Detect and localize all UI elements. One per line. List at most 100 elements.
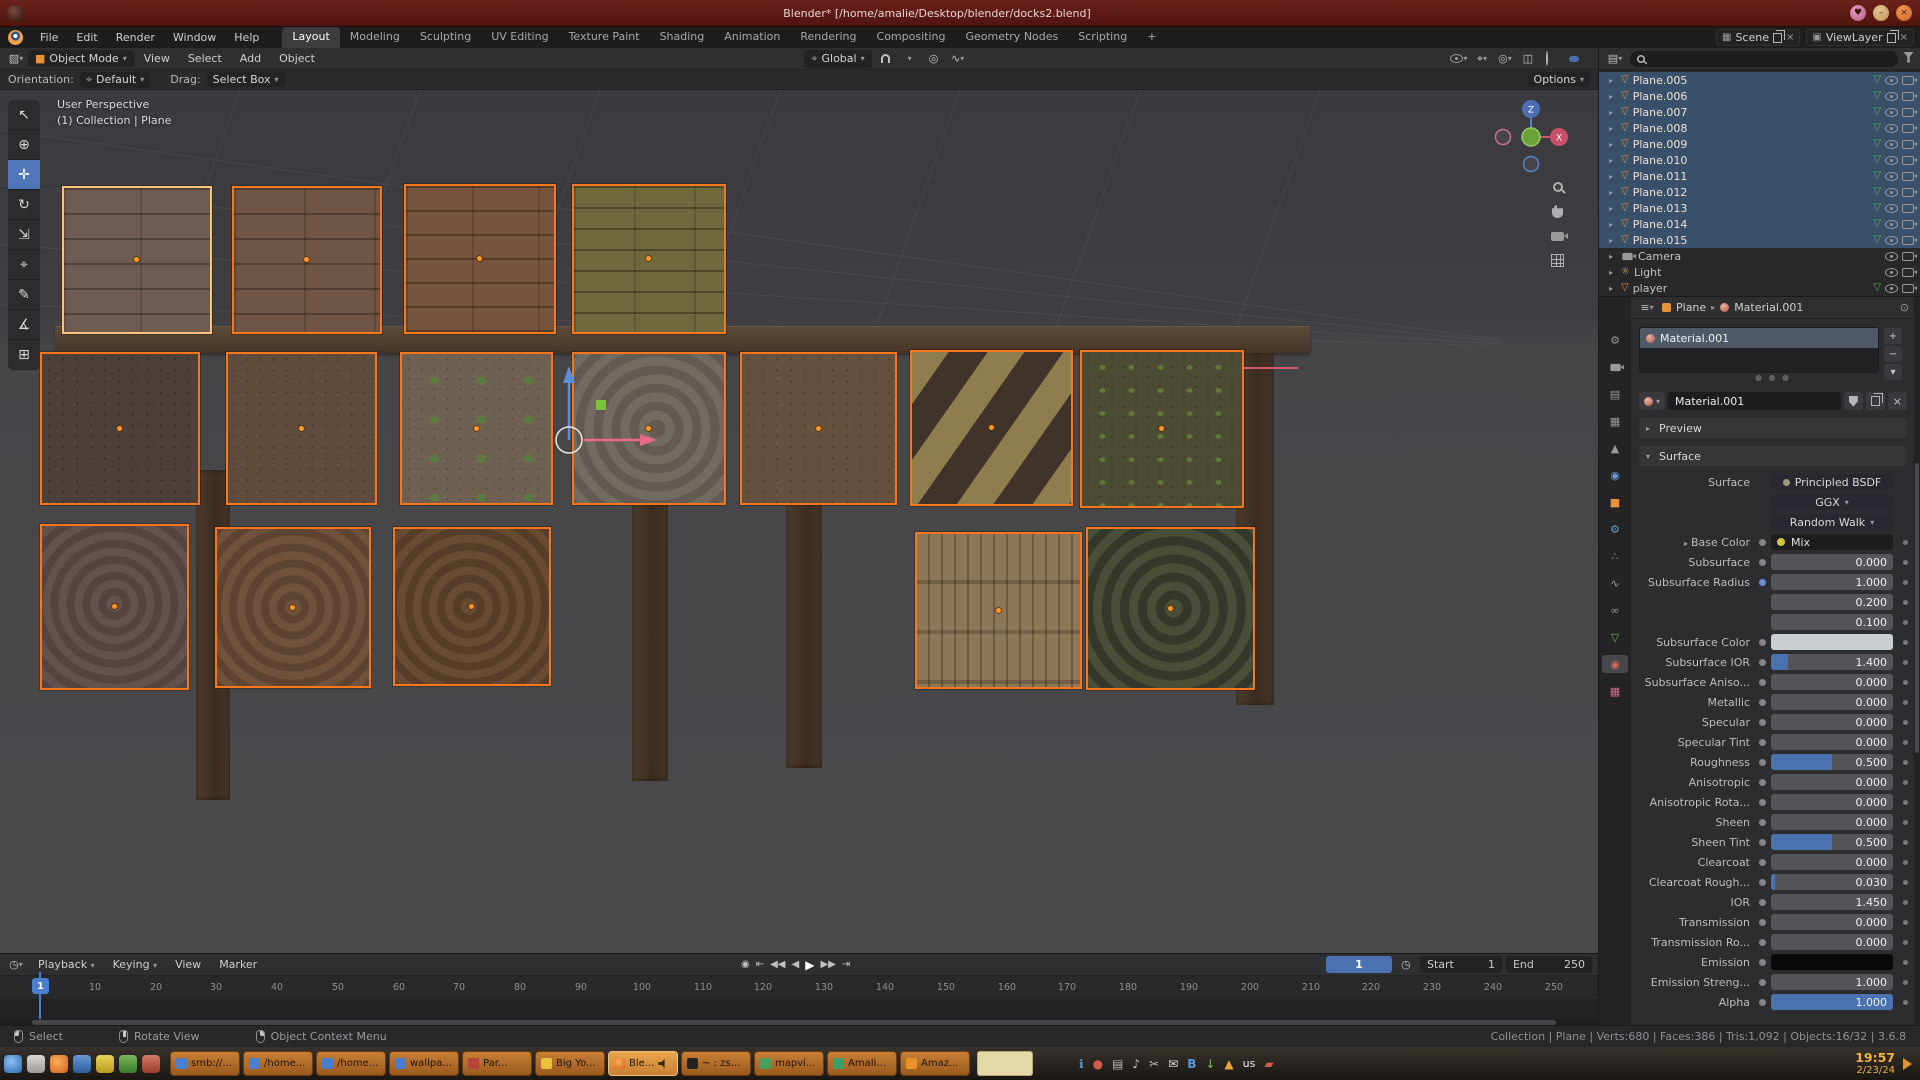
tab-compositing[interactable]: Compositing xyxy=(867,27,956,48)
expand-arrow-icon[interactable]: ▸ xyxy=(1609,124,1617,133)
outliner-row[interactable]: ▸▽Plane.015▽ xyxy=(1599,232,1920,248)
blender-logo-icon[interactable] xyxy=(8,30,23,45)
animate-decorator[interactable] xyxy=(1903,600,1908,605)
disable-in-renders-icon[interactable] xyxy=(1902,188,1914,197)
outliner-row[interactable]: ▸▽Plane.010▽ xyxy=(1599,152,1920,168)
object-name[interactable]: Plane.007 xyxy=(1633,106,1688,119)
hide-in-viewport-icon[interactable] xyxy=(1885,204,1898,213)
hide-in-viewport-icon[interactable] xyxy=(1885,268,1898,277)
tab-scene[interactable]: ▲ xyxy=(1602,439,1628,457)
navigation-gizmo[interactable]: Z X xyxy=(1492,98,1570,176)
menu-marker[interactable]: Marker xyxy=(211,956,265,973)
tab-modeling[interactable]: Modeling xyxy=(340,27,410,48)
breadcrumb-object[interactable]: Plane xyxy=(1676,301,1706,314)
close-window-icon[interactable]: × xyxy=(1896,5,1912,21)
gizmo-plane-handle[interactable] xyxy=(596,400,606,410)
use-preview-range-icon[interactable]: ◷ xyxy=(1396,956,1416,974)
disable-in-renders-icon[interactable] xyxy=(1902,124,1914,133)
viewport-3d[interactable]: User Perspective (1) Collection | Plane … xyxy=(0,90,1598,953)
launcher-icon[interactable] xyxy=(96,1055,114,1073)
animate-decorator[interactable] xyxy=(1903,880,1908,885)
options-dropdown[interactable]: Options▾ xyxy=(1528,72,1590,87)
cursor-tool[interactable]: ⊕ xyxy=(8,130,40,160)
disable-in-renders-icon[interactable] xyxy=(1902,156,1914,165)
files-launcher-icon[interactable] xyxy=(73,1055,91,1073)
tab-object-data[interactable]: ▽ xyxy=(1602,628,1628,646)
alpha-slider[interactable]: 1.000 xyxy=(1771,994,1893,1010)
animate-decorator[interactable] xyxy=(1903,860,1908,865)
outliner-row[interactable]: ▸▽Plane.009▽ xyxy=(1599,136,1920,152)
tray-flag-icon[interactable]: ▰ xyxy=(1264,1058,1273,1070)
hide-in-viewport-icon[interactable] xyxy=(1885,156,1898,165)
minimize-window-icon[interactable]: – xyxy=(1873,5,1889,21)
properties-scrollbar[interactable] xyxy=(1914,297,1920,1026)
subsurface-method-dropdown[interactable]: Random Walk▾ xyxy=(1771,514,1893,530)
outliner-editor-icon[interactable]: ▤▾ xyxy=(1605,50,1625,68)
expand-arrow-icon[interactable]: ▸ xyxy=(1609,156,1617,165)
plane-object[interactable] xyxy=(232,186,382,334)
disable-in-renders-icon[interactable] xyxy=(1902,220,1914,229)
tab-sculpting[interactable]: Sculpting xyxy=(410,27,481,48)
subsurface-slider[interactable]: 0.000 xyxy=(1771,554,1893,570)
expand-arrow-icon[interactable]: ▸ xyxy=(1609,252,1617,261)
animate-decorator[interactable] xyxy=(1903,740,1908,745)
tab-tool[interactable]: ⚙ xyxy=(1602,331,1628,349)
tab-particles[interactable]: ∴ xyxy=(1602,547,1628,565)
object-name[interactable]: Plane.005 xyxy=(1633,74,1688,87)
animate-decorator[interactable] xyxy=(1903,720,1908,725)
pin-icon[interactable]: ⊙ xyxy=(1900,301,1909,314)
disable-in-renders-icon[interactable] xyxy=(1902,172,1914,181)
disable-in-renders-icon[interactable] xyxy=(1902,236,1914,245)
jump-to-start-icon[interactable]: ⇤ xyxy=(756,959,764,970)
hide-in-viewport-icon[interactable] xyxy=(1885,220,1898,229)
taskbar-window-button-active[interactable]: Ble... xyxy=(608,1051,678,1076)
taskbar-window-button[interactable]: mapvi... xyxy=(754,1051,824,1076)
browser-launcher-icon[interactable] xyxy=(50,1055,68,1073)
transmission-slider[interactable]: 0.000 xyxy=(1771,914,1893,930)
menu-help[interactable]: Help xyxy=(225,29,268,46)
emission-strength-field[interactable]: 1.000 xyxy=(1771,974,1893,990)
proportional-falloff-dropdown[interactable]: ∿▾ xyxy=(948,50,968,68)
axis-x-negative[interactable] xyxy=(1496,130,1511,145)
gizmos-dropdown[interactable]: ⌖▾ xyxy=(1472,50,1492,68)
gizmo-x-arrow[interactable] xyxy=(640,434,657,446)
taskbar-clock[interactable]: 19:57 2/23/24 xyxy=(1855,1051,1895,1077)
expand-arrow-icon[interactable]: ▸ xyxy=(1609,108,1617,117)
disable-in-renders-icon[interactable] xyxy=(1902,284,1914,293)
tray-mail-icon[interactable]: ✉ xyxy=(1168,1058,1178,1070)
outliner-row[interactable]: ▸▽Plane.012▽ xyxy=(1599,184,1920,200)
show-object-types-dropdown[interactable]: ▾ xyxy=(1449,50,1469,68)
animate-decorator[interactable] xyxy=(1903,900,1908,905)
zoom-icon[interactable] xyxy=(1553,182,1563,195)
object-name[interactable]: Plane.009 xyxy=(1633,138,1688,151)
tab-texture[interactable]: ▦ xyxy=(1602,682,1628,700)
scene-selector[interactable]: ▦ Scene × xyxy=(1716,29,1800,46)
disable-in-renders-icon[interactable] xyxy=(1902,252,1914,261)
subsurface-radius-field[interactable]: 0.200 xyxy=(1771,594,1893,610)
tab-output[interactable]: ▤ xyxy=(1602,385,1628,403)
material-slot-list[interactable]: Material.001 + − ▾ xyxy=(1639,327,1879,373)
shading-solid-icon[interactable] xyxy=(1556,56,1566,62)
animate-decorator[interactable] xyxy=(1903,960,1908,965)
object-name[interactable]: Plane.006 xyxy=(1633,90,1688,103)
transform-tool[interactable]: ⌖ xyxy=(8,250,40,280)
plane-object-active[interactable] xyxy=(62,186,212,334)
select-box-tool[interactable]: ↖ xyxy=(8,100,40,130)
animate-decorator[interactable] xyxy=(1903,760,1908,765)
outliner-row[interactable]: ▸▽Plane.013▽ xyxy=(1599,200,1920,216)
proportional-editing-icon[interactable]: ◎ xyxy=(924,50,944,68)
new-material-copy-icon[interactable] xyxy=(1866,392,1885,410)
expand-arrow-icon[interactable]: ▸ xyxy=(1609,268,1617,277)
expand-arrow-icon[interactable]: ▸ xyxy=(1609,76,1617,85)
taskbar-window-button[interactable]: Amaz... xyxy=(900,1051,970,1076)
menu-select[interactable]: Select xyxy=(180,50,230,67)
tab-texture-paint[interactable]: Texture Paint xyxy=(559,27,650,48)
applications-menu-icon[interactable] xyxy=(4,1055,22,1073)
expand-arrow-icon[interactable]: ▸ xyxy=(1609,204,1617,213)
tray-alert-icon[interactable]: ▲ xyxy=(1224,1058,1233,1070)
tray-download-icon[interactable]: ↓ xyxy=(1205,1058,1215,1070)
metallic-slider[interactable]: 0.000 xyxy=(1771,694,1893,710)
tray-clipboard-icon[interactable]: ▤ xyxy=(1112,1058,1123,1070)
play-icon[interactable]: ▶ xyxy=(805,958,814,972)
animate-decorator[interactable] xyxy=(1903,820,1908,825)
